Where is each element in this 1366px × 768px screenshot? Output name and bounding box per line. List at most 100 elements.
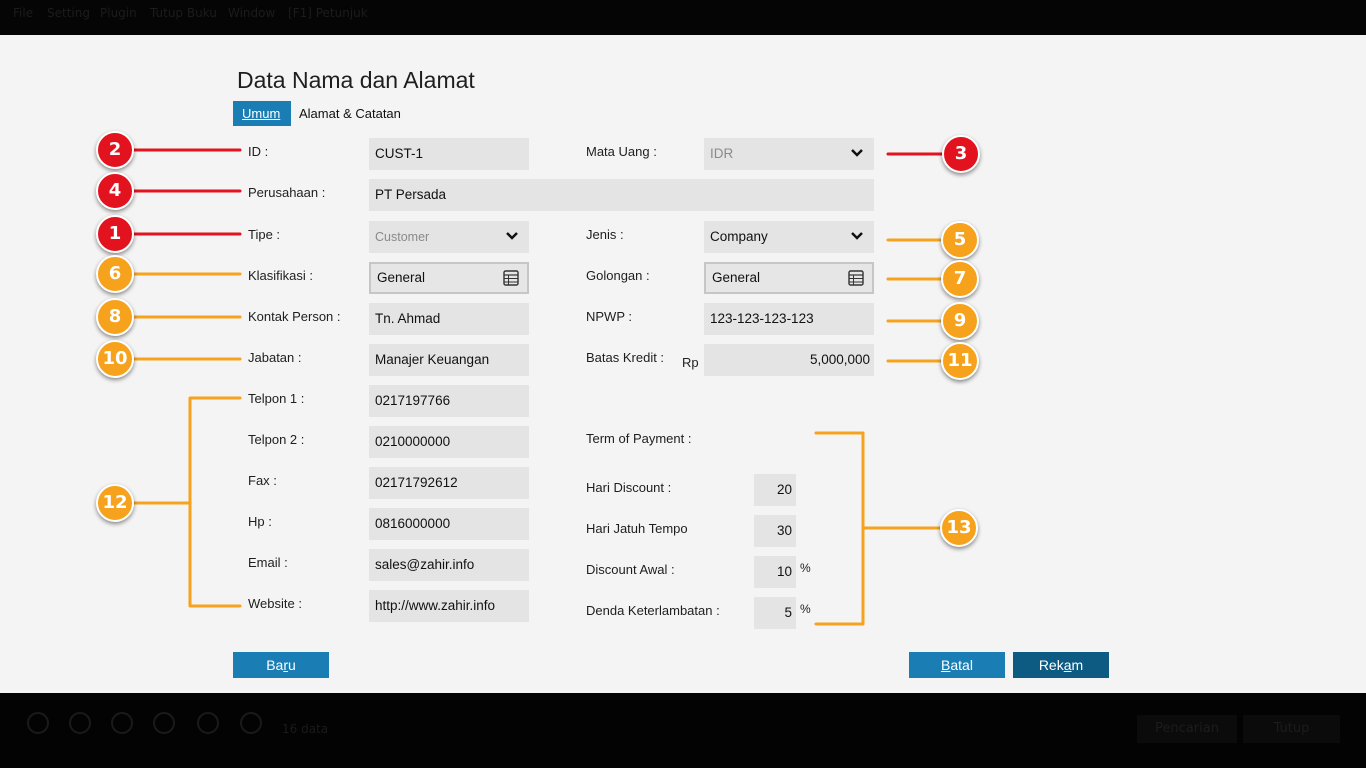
- hari-discount-label: Hari Discount :: [586, 480, 672, 495]
- callout-11: 11: [941, 342, 979, 380]
- tab-alamat-catatan[interactable]: Alamat & Catatan: [290, 101, 410, 126]
- callout-9: 9: [941, 302, 979, 340]
- refresh-icon: [153, 712, 175, 734]
- mata-uang-select[interactable]: IDR: [704, 138, 874, 170]
- perusahaan-label: Perusahaan :: [248, 185, 326, 200]
- telpon2-label: Telpon 2 :: [248, 432, 305, 447]
- tipe-value: Customer: [375, 230, 430, 244]
- baru-label-post: u: [288, 657, 296, 673]
- batal-label-accel: B: [941, 657, 951, 673]
- edit-icon: [69, 712, 91, 734]
- email-input[interactable]: sales@zahir.info: [369, 549, 529, 581]
- denda-keterlambatan-input[interactable]: 5: [754, 597, 796, 629]
- chevron-down-icon[interactable]: [850, 230, 864, 242]
- menu-petunjuk[interactable]: [F1] Petunjuk: [288, 6, 368, 20]
- callout-10: 10: [96, 340, 134, 378]
- discount-awal-input[interactable]: 10: [754, 556, 796, 588]
- tipe-select[interactable]: Customer: [369, 221, 529, 253]
- callout-8: 8: [96, 298, 134, 336]
- callout-3: 3: [942, 135, 980, 173]
- batal-label-post: atal: [950, 657, 973, 673]
- rekam-button[interactable]: Rekam: [1013, 652, 1109, 678]
- jabatan-input[interactable]: Manajer Keuangan: [369, 344, 529, 376]
- website-label: Website :: [248, 596, 302, 611]
- background-toolbar: 16 data Pencarian Tutup: [0, 693, 1366, 768]
- currency-symbol: Rp: [682, 355, 699, 370]
- batas-kredit-input[interactable]: 5,000,000: [704, 344, 874, 376]
- download-icon: [197, 712, 219, 734]
- golongan-lookup[interactable]: General: [704, 262, 874, 294]
- jenis-value: Company: [710, 229, 768, 244]
- tab-umum[interactable]: Umum: [233, 101, 291, 126]
- id-input[interactable]: CUST-1: [369, 138, 529, 170]
- mata-uang-label: Mata Uang :: [586, 144, 657, 159]
- website-input[interactable]: http://www.zahir.info: [369, 590, 529, 622]
- record-count: 16 data: [282, 722, 329, 736]
- klasifikasi-lookup[interactable]: General: [369, 262, 529, 294]
- fax-input[interactable]: 02171792612: [369, 467, 529, 499]
- dialog-title: Data Nama dan Alamat: [237, 67, 475, 93]
- hari-jatuh-tempo-label: Hari Jatuh Tempo: [586, 521, 688, 536]
- hp-label: Hp :: [248, 514, 272, 529]
- add-icon: [27, 712, 49, 734]
- baru-label-pre: Ba: [266, 657, 284, 673]
- hari-discount-input[interactable]: 20: [754, 474, 796, 506]
- npwp-label: NPWP :: [586, 309, 632, 324]
- callout-5: 5: [941, 221, 979, 259]
- app-window: File Setting Plugin Tutup Buku Window [F…: [0, 0, 1366, 768]
- callout-6: 6: [96, 255, 134, 293]
- fax-label: Fax :: [248, 473, 277, 488]
- kontak-person-input[interactable]: Tn. Ahmad: [369, 303, 529, 335]
- email-label: Email :: [248, 555, 288, 570]
- rekam-label-pre: Rek: [1038, 657, 1064, 673]
- callout-13: 13: [940, 509, 978, 547]
- menubar: File Setting Plugin Tutup Buku Window [F…: [0, 0, 1366, 35]
- table-lookup-icon[interactable]: [503, 270, 519, 286]
- baru-button[interactable]: Baru: [233, 652, 329, 678]
- menu-window[interactable]: Window: [228, 6, 275, 20]
- delete-icon: [111, 712, 133, 734]
- jabatan-label: Jabatan :: [248, 350, 302, 365]
- perusahaan-input[interactable]: PT Persada: [369, 179, 874, 211]
- name-address-dialog: Data Nama dan Alamat Umum Alamat & Catat…: [0, 35, 1366, 693]
- hari-jatuh-tempo-input[interactable]: 30: [754, 515, 796, 547]
- menu-file[interactable]: File: [13, 6, 33, 20]
- jenis-label: Jenis :: [586, 227, 624, 242]
- menu-setting[interactable]: Setting: [47, 6, 90, 20]
- telpon2-input[interactable]: 0210000000: [369, 426, 529, 458]
- hp-input[interactable]: 0816000000: [369, 508, 529, 540]
- rekam-label-post: m: [1071, 657, 1084, 673]
- klasifikasi-label: Klasifikasi :: [248, 268, 314, 283]
- menu-tutup-buku[interactable]: Tutup Buku: [150, 6, 217, 20]
- jenis-select[interactable]: Company: [704, 221, 874, 253]
- golongan-label: Golongan :: [586, 268, 650, 283]
- callout-12: 12: [96, 484, 134, 522]
- rekam-label-accel: a: [1063, 657, 1072, 673]
- npwp-input[interactable]: 123-123-123-123: [704, 303, 874, 335]
- sync-icon: [240, 712, 262, 734]
- telpon1-input[interactable]: 0217197766: [369, 385, 529, 417]
- callout-2: 2: [96, 131, 134, 169]
- term-of-payment-label: Term of Payment :: [586, 431, 692, 446]
- denda-keterlambatan-percent: %: [800, 602, 811, 616]
- search-button: Pencarian: [1137, 715, 1237, 743]
- callout-7: 7: [941, 260, 979, 298]
- discount-awal-percent: %: [800, 561, 811, 575]
- chevron-down-icon[interactable]: [505, 230, 519, 242]
- klasifikasi-value: General: [377, 270, 426, 285]
- kontak-person-label: Kontak Person :: [248, 309, 341, 324]
- menu-plugin[interactable]: Plugin: [100, 6, 137, 20]
- id-label: ID :: [248, 144, 269, 159]
- discount-awal-label: Discount Awal :: [586, 562, 675, 577]
- table-lookup-icon[interactable]: [848, 270, 864, 286]
- golongan-value: General: [712, 270, 761, 285]
- denda-keterlambatan-label: Denda Keterlambatan :: [586, 603, 720, 618]
- telpon1-label: Telpon 1 :: [248, 391, 305, 406]
- batal-button[interactable]: Batal: [909, 652, 1005, 678]
- callout-1: 1: [96, 215, 134, 253]
- mata-uang-value: IDR: [710, 146, 734, 161]
- chevron-down-icon[interactable]: [850, 147, 864, 159]
- batas-kredit-label: Batas Kredit :: [586, 350, 665, 365]
- callout-4: 4: [96, 172, 134, 210]
- close-button: Tutup: [1243, 715, 1340, 743]
